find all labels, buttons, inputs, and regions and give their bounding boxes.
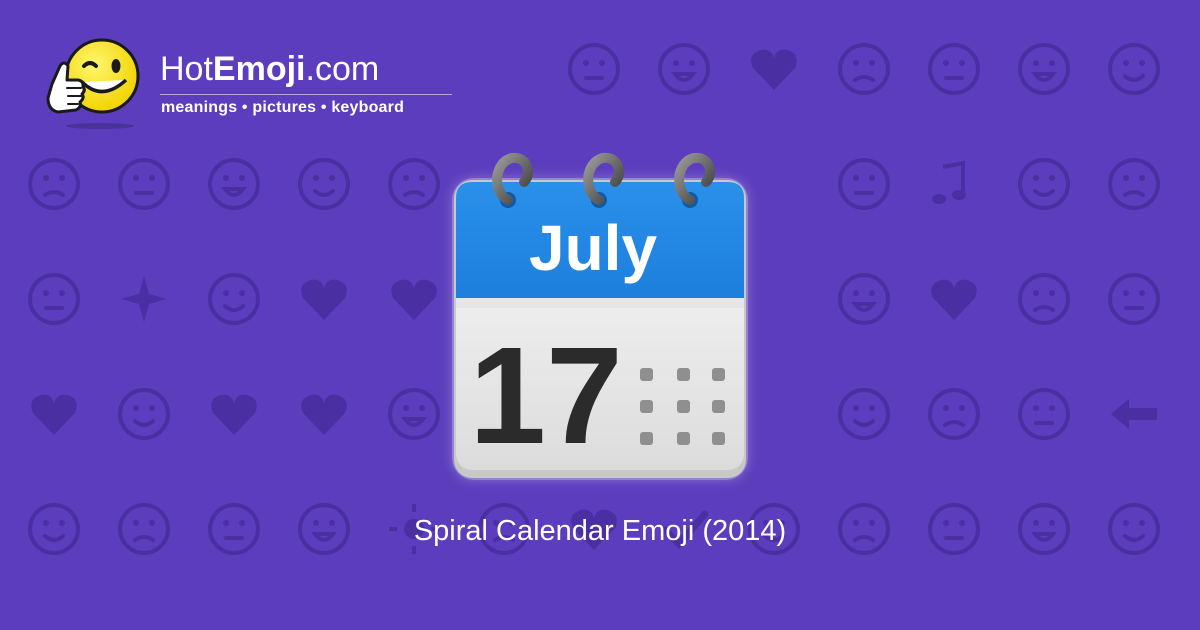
scream-icon [835, 385, 893, 443]
site-name-regular: Hot [160, 50, 213, 88]
smile-icon [565, 40, 623, 98]
raising-hands-icon [835, 155, 893, 213]
smile-icon [835, 40, 893, 98]
revolving-hearts-icon [205, 385, 263, 443]
weary-icon [925, 40, 983, 98]
confused-face-icon [835, 270, 893, 328]
sparkles-icon [115, 270, 173, 328]
broken-heart-icon [385, 270, 443, 328]
smiling-imp-icon [925, 385, 983, 443]
frown-icon [1105, 270, 1163, 328]
left-arrow-icon [1105, 385, 1163, 443]
tongue-wink-icon [1015, 270, 1073, 328]
site-name-suffix: .com [305, 50, 380, 88]
site-name-bold: Emoji [212, 50, 306, 88]
heart-arrow-icon [25, 385, 83, 443]
heart-icon [295, 385, 353, 443]
eyes-icon [25, 155, 83, 213]
relieved-icon [205, 155, 263, 213]
recycle-icon [385, 155, 443, 213]
sweat-face-icon [295, 155, 353, 213]
striped-heart-icon [295, 270, 353, 328]
logo-divider [160, 94, 452, 95]
music-notes-icon [925, 155, 983, 213]
two-hearts-icon [745, 40, 803, 98]
grin-icon [205, 270, 263, 328]
site-logo[interactable]: HotEmoji.com meanings • pictures • keybo… [40, 36, 460, 131]
spiral-calendar-icon: July 17 [448, 148, 752, 488]
monkey-icon [385, 385, 443, 443]
site-name: HotEmoji.com [160, 49, 379, 89]
neutral-face-icon [1105, 40, 1163, 98]
sleepy-icon [1015, 155, 1073, 213]
emoji-caption: Spiral Calendar Emoji (2014) [413, 515, 787, 547]
grin-icon [25, 270, 83, 328]
sad-face-icon [1105, 155, 1163, 213]
site-tagline: meanings • pictures • keyboard [161, 99, 405, 116]
calendar-month: July [529, 212, 657, 284]
tired-face-icon [115, 385, 173, 443]
kiss-wink-icon [655, 40, 713, 98]
striped-heart-icon [925, 270, 983, 328]
smirk-icon [115, 155, 173, 213]
angry-face-icon [1015, 385, 1073, 443]
winking-thumbs-up-smiley-icon [40, 36, 140, 131]
ok-hand-icon [1015, 40, 1073, 98]
calendar-day: 17 [469, 319, 623, 473]
